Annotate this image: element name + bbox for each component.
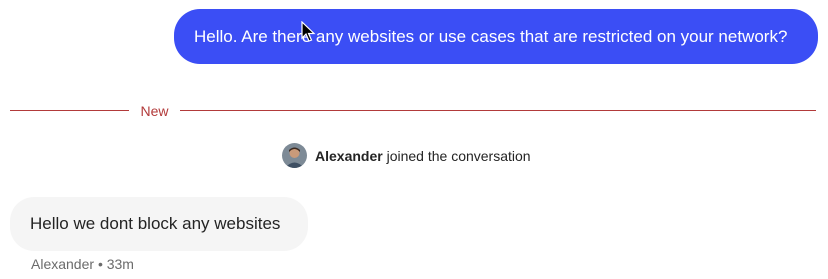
message-meta: Alexander • 33m <box>31 256 134 272</box>
new-divider-line-right <box>180 110 816 111</box>
user-avatar-icon[interactable] <box>282 143 307 168</box>
meta-separator: • <box>97 256 103 272</box>
incoming-message-bubble[interactable]: Hello we dont block any websites <box>10 197 308 251</box>
outgoing-message-text: Hello. Are there any websites or use cas… <box>194 26 788 46</box>
message-sender: Alexander <box>31 256 95 272</box>
outgoing-message-bubble[interactable]: Hello. Are there any websites or use cas… <box>174 9 818 64</box>
incoming-message-text: Hello we dont block any websites <box>30 214 281 233</box>
join-event: Alexander joined the conversation <box>282 143 531 168</box>
mouse-pointer-icon <box>301 21 316 42</box>
new-divider-label: New <box>140 103 169 119</box>
message-time: 33m <box>106 256 134 272</box>
join-event-name[interactable]: Alexander <box>315 148 383 164</box>
new-divider-line-left <box>10 110 129 111</box>
join-event-text: joined the conversation <box>386 147 531 164</box>
